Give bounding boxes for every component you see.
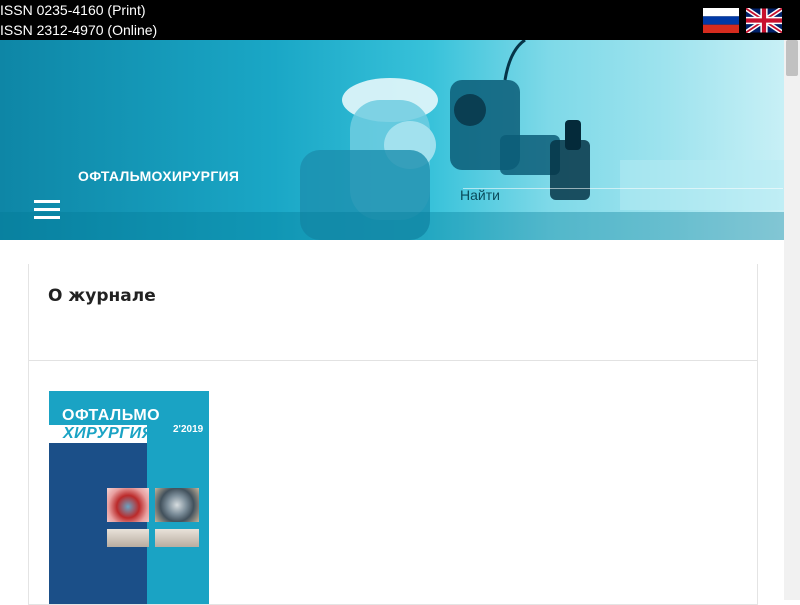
- search-button[interactable]: Найти: [460, 187, 500, 203]
- cover-photo-eyes-left: [107, 529, 149, 547]
- scrollbar[interactable]: [784, 40, 800, 600]
- card-header: О журнале: [29, 264, 757, 361]
- header-banner: ОФТАЛЬМОХИРУРГИЯ Найти: [0, 40, 784, 240]
- issn-online: ISSN 2312-4970 (Online): [0, 22, 158, 38]
- scrollbar-thumb[interactable]: [786, 40, 798, 76]
- journal-cover-image[interactable]: ОФТАЛЬМО ХИРУРГИЯ 2'2019: [49, 391, 209, 604]
- cover-photo-eyes-right: [155, 529, 199, 547]
- top-bar: ISSN 0235-4160 (Print) ISSN 2312-4970 (O…: [0, 0, 800, 40]
- cover-title-line1: ОФТАЛЬМО: [62, 407, 161, 424]
- cover-title-line2: ХИРУРГИЯ: [63, 425, 154, 442]
- search-input[interactable]: [463, 188, 783, 189]
- cover-photo-eye-lens: [155, 488, 199, 522]
- cover-photo-eye-red: [107, 488, 149, 522]
- banner-band: [0, 212, 784, 240]
- menu-icon[interactable]: [34, 200, 60, 220]
- cover-issue: 2'2019: [173, 424, 204, 435]
- site-title[interactable]: ОФТАЛЬМОХИРУРГИЯ: [78, 168, 239, 184]
- content-card: О журнале ОФТАЛЬМО ХИРУРГИЯ 2'2019: [28, 264, 758, 605]
- issn-print: ISSN 0235-4160 (Print): [0, 2, 146, 18]
- banner-photo: [300, 40, 784, 240]
- russian-flag-icon[interactable]: [703, 8, 739, 33]
- section-title: О журнале: [48, 286, 156, 306]
- uk-flag-icon[interactable]: [746, 8, 782, 33]
